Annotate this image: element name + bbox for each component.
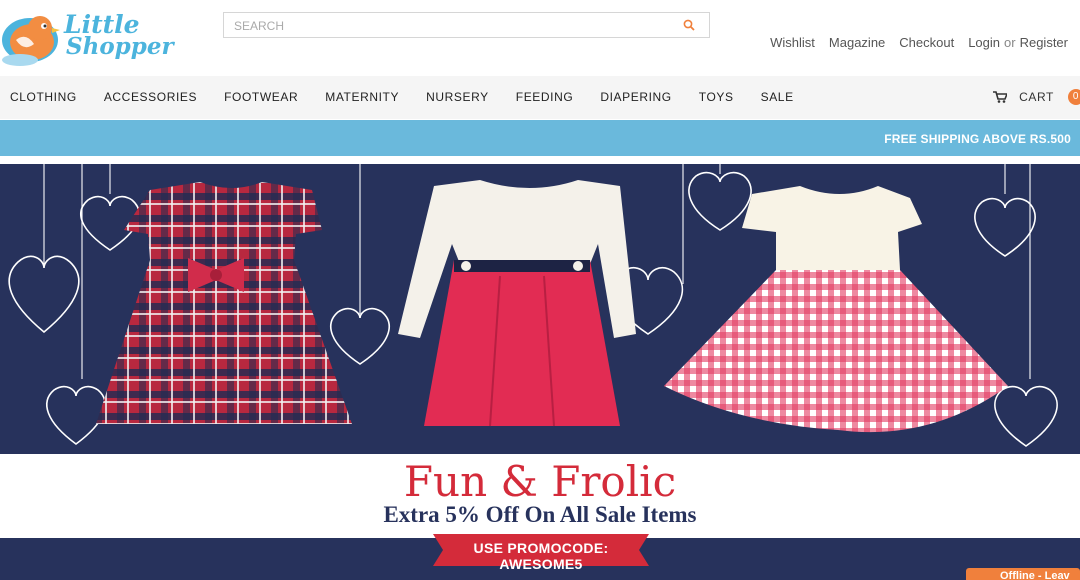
nav-item-nursery[interactable]: NURSERY [426, 90, 489, 104]
main-nav: CLOTHING ACCESSORIES FOOTWEAR MATERNITY … [0, 76, 1080, 119]
nav-item-feeding[interactable]: FEEDING [516, 90, 574, 104]
promo-code-text: USE PROMOCODE: AWESOME5 [473, 540, 609, 572]
promo-headline: Fun & Frolic [403, 457, 677, 506]
nav-item-toys[interactable]: TOYS [699, 90, 734, 104]
promo-subline: Extra 5% Off On All Sale Items [383, 502, 697, 527]
dress-plaid [96, 182, 352, 424]
site-logo[interactable]: Little Shopper [0, 4, 174, 70]
search-input[interactable] [232, 16, 676, 36]
cart-count-badge: 0 [1068, 89, 1080, 105]
nav-item-diapering[interactable]: DIAPERING [600, 90, 671, 104]
wishlist-link[interactable]: Wishlist [770, 35, 815, 50]
chat-widget[interactable]: Offline - Leav [966, 568, 1080, 580]
checkout-link[interactable]: Checkout [899, 35, 954, 50]
header: Little Shopper Wishlist Magazine Checkou… [0, 0, 1080, 76]
or-text: or [1004, 35, 1016, 50]
chat-label: Offline - Leav [1000, 570, 1070, 580]
cart-button[interactable]: CART 0 [993, 89, 1080, 105]
nav-item-footwear[interactable]: FOOTWEAR [224, 90, 298, 104]
hero-banner[interactable] [0, 164, 1080, 454]
login-link[interactable]: Login [968, 35, 1000, 50]
promo-code-ribbon: USE PROMOCODE: AWESOME5 [433, 530, 649, 572]
dress-white-red [398, 180, 636, 427]
magazine-link[interactable]: Magazine [829, 35, 885, 50]
bird-logo-icon [2, 16, 60, 66]
top-links: Wishlist Magazine Checkout Login or Regi… [770, 35, 1068, 50]
nav-item-clothing[interactable]: CLOTHING [10, 90, 77, 104]
logo-text-line2: Shopper [66, 33, 174, 60]
promo-section: Fun & Frolic Extra 5% Off On All Sale It… [0, 454, 1080, 580]
search-icon[interactable] [683, 19, 695, 31]
nav-item-sale[interactable]: SALE [761, 90, 794, 104]
cart-icon [993, 91, 1008, 103]
shipping-banner-text: FREE SHIPPING ABOVE RS.500 [884, 132, 1071, 146]
dress-gingham [664, 186, 1008, 433]
shipping-banner: FREE SHIPPING ABOVE RS.500 [0, 120, 1080, 156]
register-link[interactable]: Register [1020, 35, 1068, 50]
hero-illustration [8, 164, 1058, 447]
nav-item-maternity[interactable]: MATERNITY [325, 90, 399, 104]
cart-label: CART [1019, 90, 1054, 104]
search-box [223, 12, 710, 38]
nav-item-accessories[interactable]: ACCESSORIES [104, 90, 197, 104]
